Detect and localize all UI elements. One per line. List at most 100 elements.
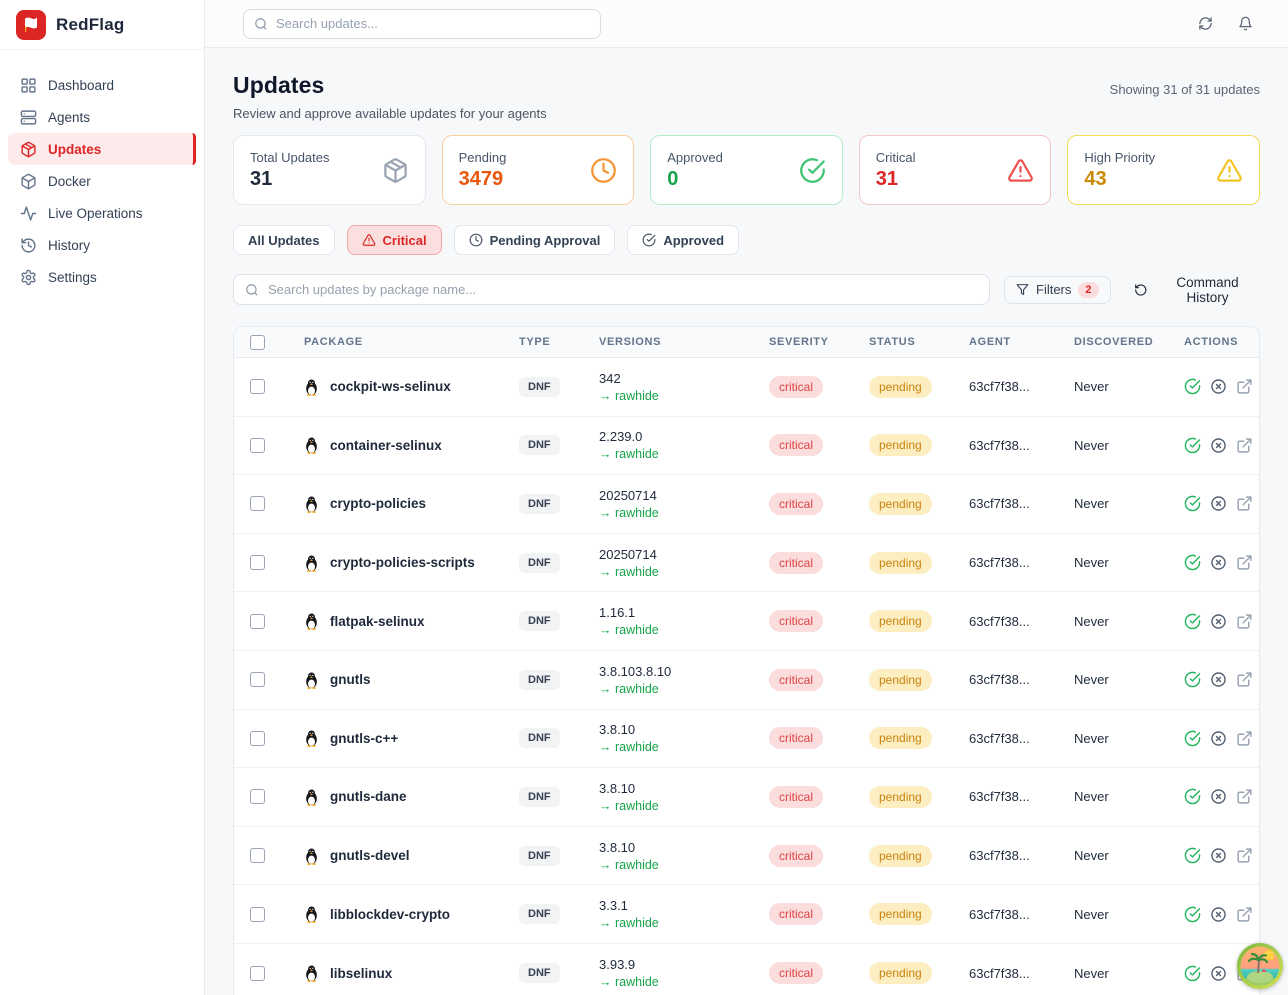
table-row: crypto-policies-scripts DNF 20250714 → r… <box>234 534 1259 593</box>
approve-button[interactable] <box>1184 495 1201 512</box>
dismiss-button[interactable] <box>1210 495 1227 512</box>
table-row: libblockdev-crypto DNF 3.3.1 → rawhide c… <box>234 885 1259 944</box>
open-details-button[interactable] <box>1236 378 1253 395</box>
severity-badge: critical <box>769 727 823 749</box>
sidebar-item-history[interactable]: History <box>8 229 196 261</box>
dismiss-button[interactable] <box>1210 730 1227 747</box>
dismiss-button[interactable] <box>1210 788 1227 805</box>
severity-badge: critical <box>769 552 823 574</box>
discovered-value: Never <box>1062 966 1172 981</box>
select-all-checkbox[interactable] <box>250 335 265 350</box>
command-history-button[interactable]: Command History <box>1134 275 1260 305</box>
sidebar-item-agents[interactable]: Agents <box>8 101 196 133</box>
row-checkbox[interactable] <box>250 438 265 453</box>
x-circle-icon <box>1210 788 1227 805</box>
package-icon <box>382 157 409 184</box>
approve-button[interactable] <box>1184 554 1201 571</box>
dismiss-button[interactable] <box>1210 671 1227 688</box>
table-row: gnutls-c++ DNF 3.8.10 → rawhide critical… <box>234 710 1259 769</box>
approve-button[interactable] <box>1184 671 1201 688</box>
stat-label: Critical <box>876 150 916 165</box>
approve-button[interactable] <box>1184 965 1201 982</box>
box-icon <box>20 173 37 190</box>
sidebar-item-settings[interactable]: Settings <box>8 261 196 293</box>
island-badge-icon[interactable] <box>1236 942 1284 990</box>
open-details-button[interactable] <box>1236 847 1253 864</box>
target-version: → rawhide <box>599 565 757 579</box>
filter-tab-pending-approval[interactable]: Pending Approval <box>454 225 616 255</box>
sidebar-item-dashboard[interactable]: Dashboard <box>8 69 196 101</box>
refresh-button[interactable] <box>1196 14 1215 33</box>
check-circle-icon <box>1184 671 1201 688</box>
sidebar-item-updates[interactable]: Updates <box>8 133 196 165</box>
status-badge: pending <box>869 727 932 749</box>
linux-penguin-icon <box>304 729 319 747</box>
approve-button[interactable] <box>1184 378 1201 395</box>
stat-value: 31 <box>876 168 916 191</box>
dismiss-button[interactable] <box>1210 965 1227 982</box>
open-details-button[interactable] <box>1236 730 1253 747</box>
approve-button[interactable] <box>1184 730 1201 747</box>
package-name: flatpak-selinux <box>330 614 425 629</box>
approve-button[interactable] <box>1184 788 1201 805</box>
dismiss-button[interactable] <box>1210 906 1227 923</box>
package-search-input[interactable] <box>268 282 978 297</box>
row-checkbox[interactable] <box>250 907 265 922</box>
agent-id: 63cf7f38... <box>957 438 1062 453</box>
row-checkbox[interactable] <box>250 731 265 746</box>
row-checkbox[interactable] <box>250 496 265 511</box>
row-checkbox[interactable] <box>250 848 265 863</box>
package-name: gnutls-c++ <box>330 731 398 746</box>
approve-button[interactable] <box>1184 847 1201 864</box>
dismiss-button[interactable] <box>1210 554 1227 571</box>
approve-button[interactable] <box>1184 613 1201 630</box>
x-circle-icon <box>1210 671 1227 688</box>
approve-button[interactable] <box>1184 906 1201 923</box>
row-checkbox[interactable] <box>250 966 265 981</box>
type-badge: DNF <box>519 435 560 455</box>
row-checkbox[interactable] <box>250 789 265 804</box>
filter-tab-critical[interactable]: Critical <box>347 225 442 255</box>
sidebar-item-docker[interactable]: Docker <box>8 165 196 197</box>
redflag-logo-icon <box>16 10 46 40</box>
row-checkbox[interactable] <box>250 614 265 629</box>
row-checkbox[interactable] <box>250 379 265 394</box>
open-details-button[interactable] <box>1236 788 1253 805</box>
column-header-type: TYPE <box>507 336 587 348</box>
dismiss-button[interactable] <box>1210 613 1227 630</box>
brand-name: RedFlag <box>56 15 124 35</box>
linux-penguin-icon <box>304 788 319 806</box>
open-details-button[interactable] <box>1236 554 1253 571</box>
discovered-value: Never <box>1062 555 1172 570</box>
linux-penguin-icon <box>304 495 319 513</box>
column-header-versions: VERSIONS <box>587 336 757 348</box>
open-details-button[interactable] <box>1236 906 1253 923</box>
agents-icon <box>20 109 37 126</box>
filter-tab-approved[interactable]: Approved <box>627 225 739 255</box>
open-details-button[interactable] <box>1236 613 1253 630</box>
row-checkbox[interactable] <box>250 672 265 687</box>
filter-tab-all-updates[interactable]: All Updates <box>233 225 335 255</box>
sidebar-item-live-operations[interactable]: Live Operations <box>8 197 196 229</box>
dismiss-button[interactable] <box>1210 437 1227 454</box>
open-details-button[interactable] <box>1236 495 1253 512</box>
notifications-button[interactable] <box>1236 14 1255 33</box>
open-details-button[interactable] <box>1236 437 1253 454</box>
current-version: 3.8.10 <box>599 781 757 796</box>
linux-penguin-icon <box>304 964 319 982</box>
stat-card-pending: Pending 3479 <box>442 135 635 205</box>
row-checkbox[interactable] <box>250 555 265 570</box>
open-details-button[interactable] <box>1236 671 1253 688</box>
approve-button[interactable] <box>1184 437 1201 454</box>
status-badge: pending <box>869 903 932 925</box>
filters-button[interactable]: Filters 2 <box>1004 276 1111 304</box>
dismiss-button[interactable] <box>1210 378 1227 395</box>
severity-badge: critical <box>769 376 823 398</box>
stat-card-critical: Critical 31 <box>859 135 1052 205</box>
global-search-input[interactable] <box>276 16 590 31</box>
topbar-actions <box>1196 14 1255 33</box>
agent-id: 63cf7f38... <box>957 379 1062 394</box>
dismiss-button[interactable] <box>1210 847 1227 864</box>
history-icon <box>1134 283 1148 297</box>
stat-card-approved: Approved 0 <box>650 135 843 205</box>
